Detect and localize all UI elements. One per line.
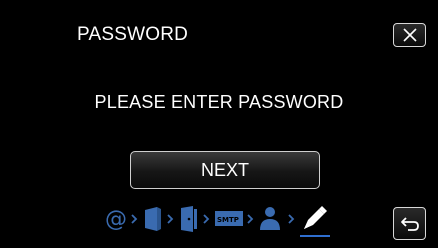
smtp-label: SMTP — [217, 216, 239, 224]
back-button[interactable] — [393, 207, 426, 240]
door-icon — [181, 206, 197, 232]
page-title: PASSWORD — [77, 24, 189, 45]
at-sign-icon: @ — [105, 207, 127, 232]
close-button[interactable] — [393, 23, 426, 47]
smtp-icon: SMTP — [215, 211, 243, 226]
password-prompt: PLEASE ENTER PASSWORD — [94, 92, 344, 112]
step-arrow — [167, 214, 174, 224]
user-icon — [260, 207, 280, 230]
next-button-label: NEXT — [200, 159, 249, 180]
step-indicator: @ SMTP — [105, 200, 365, 240]
server-icon — [145, 207, 161, 231]
pen-icon — [304, 206, 327, 229]
return-arrow-icon — [400, 216, 419, 231]
step-arrow — [247, 214, 254, 224]
active-step-underline — [300, 235, 330, 237]
step-arrow — [131, 214, 138, 224]
close-icon — [402, 28, 417, 42]
next-button[interactable]: NEXT — [130, 151, 320, 189]
step-arrow — [288, 214, 295, 224]
step-arrow — [203, 214, 210, 224]
